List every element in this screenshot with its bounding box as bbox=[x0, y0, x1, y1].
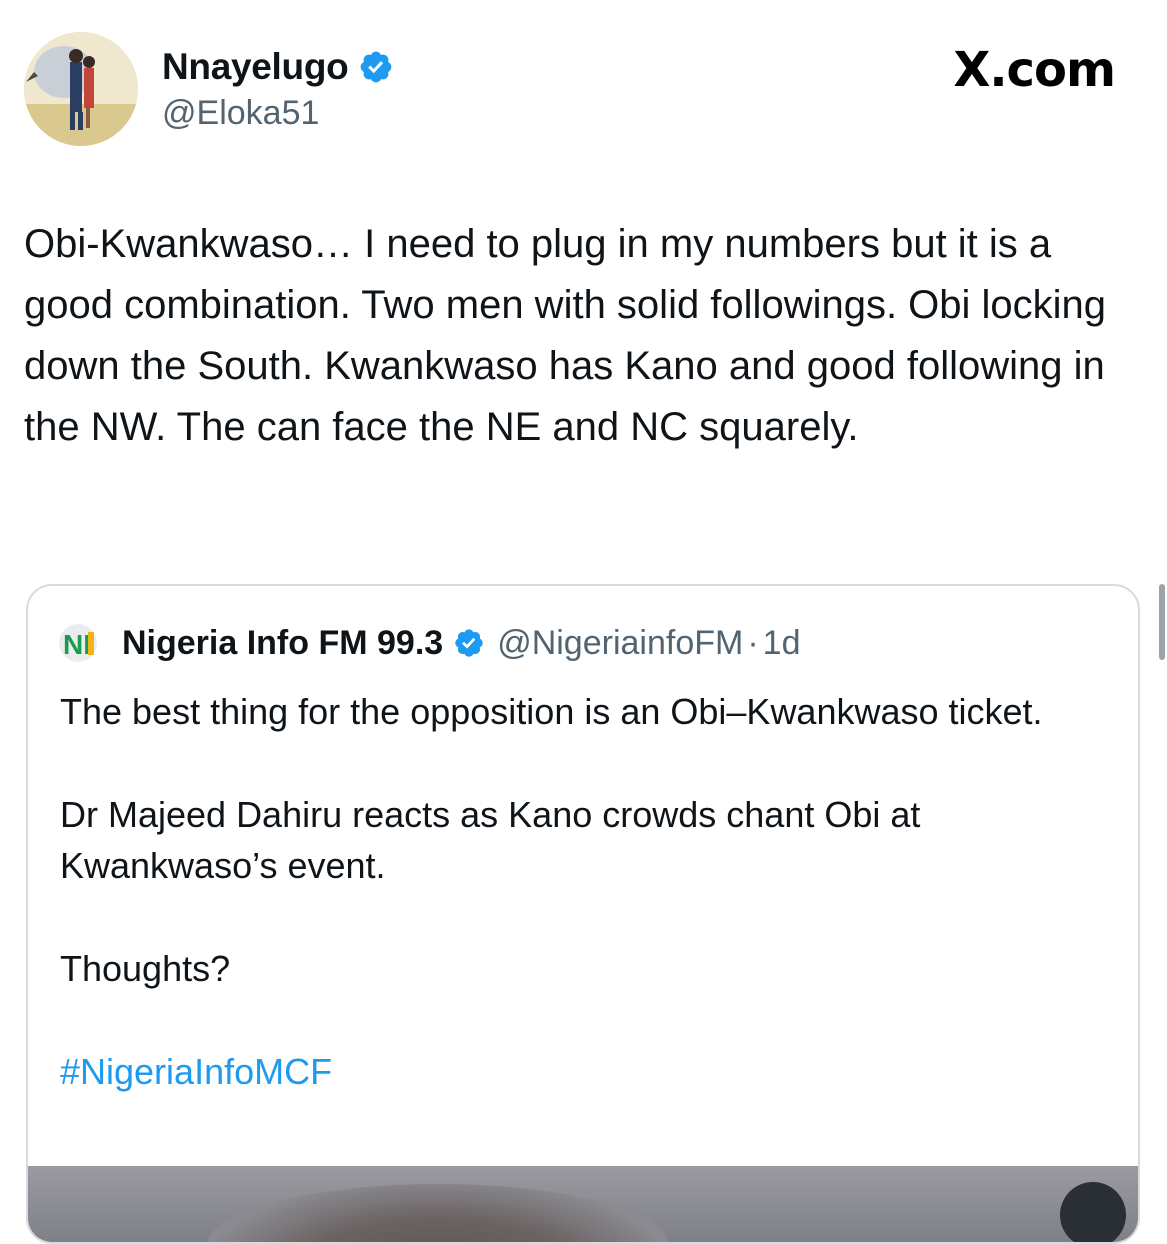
avatar-photo bbox=[24, 32, 138, 146]
media-control-button[interactable] bbox=[1060, 1182, 1126, 1242]
quoted-paragraph: Thoughts? bbox=[60, 948, 231, 989]
quoted-post-header: NI Nigeria Info FM 99.3 @NigeriainfoFM ·… bbox=[58, 620, 800, 666]
quoted-post-body: The best thing for the opposition is an … bbox=[60, 686, 1110, 1149]
media-thumbnail bbox=[208, 1184, 668, 1242]
x-brand-logo: X.com bbox=[953, 42, 1116, 98]
scrollbar[interactable] bbox=[1159, 584, 1165, 660]
nigeria-info-logo-icon: NI bbox=[58, 623, 110, 663]
quoted-author-name[interactable]: Nigeria Info FM 99.3 bbox=[122, 624, 443, 663]
author-block: Nnayelugo @Eloka51 bbox=[162, 44, 394, 133]
author-name-row: Nnayelugo bbox=[162, 44, 394, 90]
author-avatar[interactable] bbox=[24, 32, 138, 146]
hashtag-link[interactable]: #NigeriaInfoMCF bbox=[60, 1046, 1110, 1097]
quoted-post-card[interactable]: NI Nigeria Info FM 99.3 @NigeriainfoFM ·… bbox=[26, 584, 1140, 1244]
author-handle[interactable]: @Eloka51 bbox=[162, 94, 394, 133]
post-text: Obi-Kwankwaso… I need to plug in my numb… bbox=[24, 222, 1107, 449]
quoted-media-preview[interactable] bbox=[28, 1166, 1138, 1242]
quoted-author-handle[interactable]: @NigeriainfoFM bbox=[497, 624, 743, 663]
verified-badge-icon bbox=[453, 627, 485, 659]
svg-text:NI: NI bbox=[63, 629, 91, 660]
quoted-timestamp[interactable]: 1d bbox=[763, 624, 801, 663]
quoted-paragraph: The best thing for the opposition is an … bbox=[60, 691, 1043, 732]
quoted-paragraph: Dr Majeed Dahiru reacts as Kano crowds c… bbox=[60, 794, 921, 886]
separator-dot: · bbox=[747, 623, 759, 662]
verified-badge-icon bbox=[358, 49, 394, 85]
author-name[interactable]: Nnayelugo bbox=[162, 46, 349, 88]
post-header: Nnayelugo @Eloka51 X.com bbox=[0, 0, 1167, 170]
